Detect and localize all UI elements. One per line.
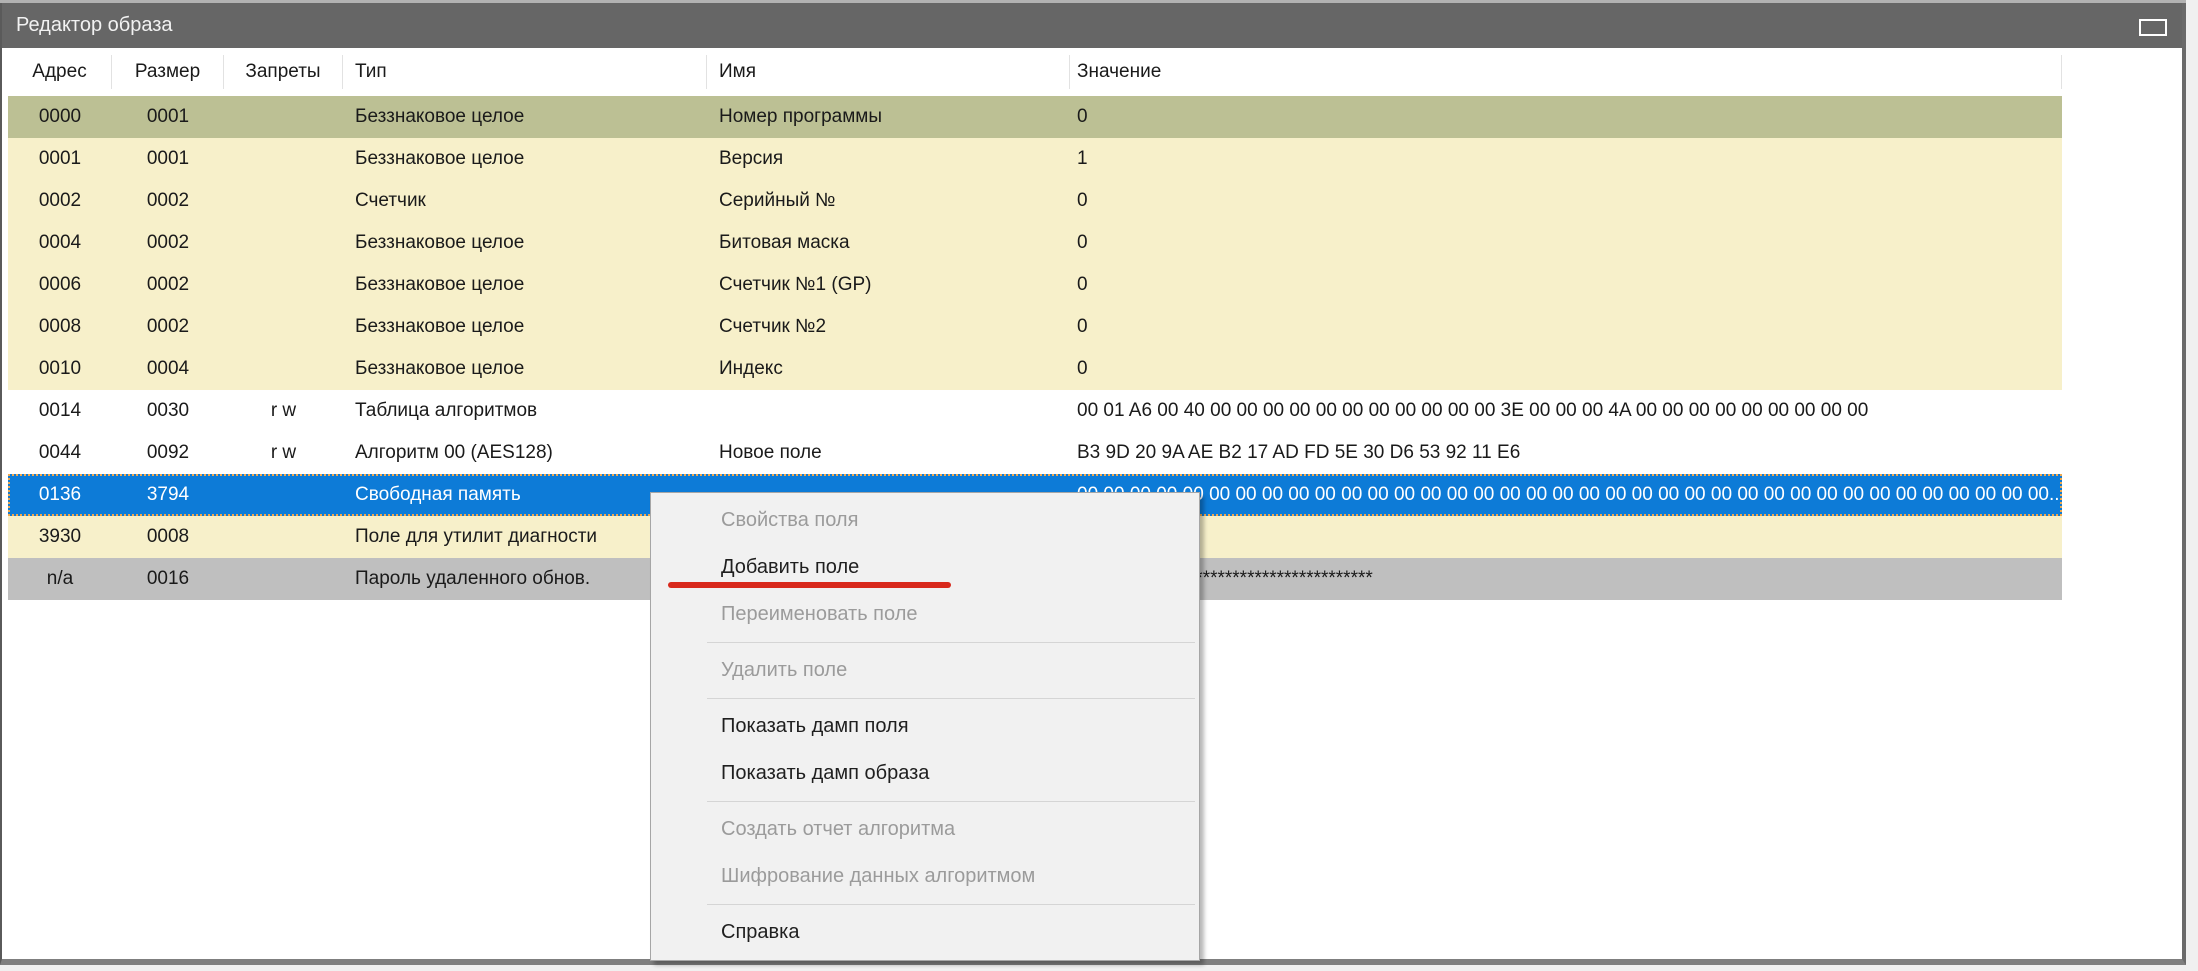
column-header-address[interactable]: Адрес [8, 55, 112, 89]
table-row[interactable]: 0004 0002 Беззнаковое целое Битовая маск… [8, 222, 2062, 264]
table-row[interactable]: 0001 0001 Беззнаковое целое Версия 1 [8, 138, 2062, 180]
table-row[interactable]: 0010 0004 Беззнаковое целое Индекс 0 [8, 348, 2062, 390]
cell-size: 0030 [112, 400, 224, 422]
table-row[interactable]: 0006 0002 Беззнаковое целое Счетчик №1 (… [8, 264, 2062, 306]
cell-type: Беззнаковое целое [343, 232, 707, 254]
cell-flags: r w [224, 442, 343, 464]
column-header-value[interactable]: Значение [1070, 55, 2062, 89]
cell-type: Беззнаковое целое [343, 358, 707, 380]
context-menu-item: Создать отчет алгоритма [651, 806, 1199, 853]
context-menu-item: Переименовать поле [651, 591, 1199, 638]
column-header-name[interactable]: Имя [707, 55, 1070, 89]
cell-value: 0 [1070, 316, 2062, 338]
titlebar[interactable]: Редактор образа [2, 3, 2182, 48]
context-menu-item: Свойства поля [651, 497, 1199, 544]
cell-address: n/a [8, 568, 112, 590]
cell-name: Серийный № [707, 190, 1070, 212]
column-header-size[interactable]: Размер [112, 55, 224, 89]
cell-address: 0136 [8, 484, 112, 506]
cell-name: Индекс [707, 358, 1070, 380]
cell-address: 0000 [8, 106, 112, 128]
cell-name: Номер программы [707, 106, 1070, 128]
screen: Редактор образа Адрес Размер Запреты Тип… [0, 0, 2198, 971]
window-title: Редактор образа [2, 14, 173, 37]
cell-type: Беззнаковое целое [343, 106, 707, 128]
context-menu-item[interactable]: Показать дамп поля [651, 703, 1199, 750]
context-menu-separator [707, 904, 1195, 905]
cell-size: 0002 [112, 274, 224, 296]
cell-value: 0 [1070, 190, 2062, 212]
cell-address: 0002 [8, 190, 112, 212]
context-menu: Свойства поляДобавить полеПереименовать … [650, 492, 1200, 961]
cell-address: 0001 [8, 148, 112, 170]
table-row[interactable]: 0008 0002 Беззнаковое целое Счетчик №2 0 [8, 306, 2062, 348]
context-menu-item: Шифрование данных алгоритмом [651, 853, 1199, 900]
table-row[interactable]: 0000 0001 Беззнаковое целое Номер програ… [8, 96, 2062, 138]
cell-address: 0010 [8, 358, 112, 380]
context-menu-separator [707, 698, 1195, 699]
table-header: Адрес Размер Запреты Тип Имя Значение [8, 48, 2062, 96]
context-menu-separator [707, 801, 1195, 802]
cell-value: 0 [1070, 106, 2062, 128]
cell-address: 0014 [8, 400, 112, 422]
cell-name: Счетчик №1 (GP) [707, 274, 1070, 296]
cell-name: Счетчик №2 [707, 316, 1070, 338]
cell-address: 0044 [8, 442, 112, 464]
cell-value: 0 [1070, 274, 2062, 296]
cell-size: 0002 [112, 316, 224, 338]
table-row[interactable]: 0002 0002 Счетчик Серийный № 0 [8, 180, 2062, 222]
cell-size: 0008 [112, 526, 224, 548]
cell-value: 1 [1070, 148, 2062, 170]
maximize-button[interactable] [2136, 16, 2170, 38]
cell-size: 0001 [112, 106, 224, 128]
cell-size: 3794 [112, 484, 224, 506]
cell-name: Битовая маска [707, 232, 1070, 254]
cell-size: 0004 [112, 358, 224, 380]
cell-name: Версия [707, 148, 1070, 170]
cell-size: 0002 [112, 232, 224, 254]
cell-type: Таблица алгоритмов [343, 400, 707, 422]
cell-value: 00 00 00 00 00 00 00 00 00 00 00 00 00 0… [1070, 484, 2062, 506]
context-menu-item[interactable]: Справка [651, 909, 1199, 956]
cell-size: 0016 [112, 568, 224, 590]
red-underline-annotation [668, 582, 951, 588]
cell-value: 0 [1070, 358, 2062, 380]
cell-value: 0 [1070, 232, 2062, 254]
cell-size: 0001 [112, 148, 224, 170]
cell-type: Беззнаковое целое [343, 274, 707, 296]
column-header-type[interactable]: Тип [343, 55, 707, 89]
cell-value: 00 01 A6 00 40 00 00 00 00 00 00 00 00 0… [1070, 400, 2062, 422]
maximize-icon [2139, 19, 2167, 36]
cell-type: Беззнаковое целое [343, 148, 707, 170]
cell-address: 0006 [8, 274, 112, 296]
cell-type: Беззнаковое целое [343, 316, 707, 338]
cell-address: 3930 [8, 526, 112, 548]
cell-address: 0008 [8, 316, 112, 338]
context-menu-item: Удалить поле [651, 647, 1199, 694]
cell-size: 0002 [112, 190, 224, 212]
cell-type: Счетчик [343, 190, 707, 212]
column-header-flags[interactable]: Запреты [224, 55, 343, 89]
context-menu-separator [707, 642, 1195, 643]
table-row[interactable]: 0014 0030 r w Таблица алгоритмов 00 01 A… [8, 390, 2062, 432]
cell-address: 0004 [8, 232, 112, 254]
cell-value: B3 9D 20 9A AE B2 17 AD FD 5E 30 D6 53 9… [1070, 442, 2062, 464]
table-row[interactable]: 0044 0092 r w Алгоритм 00 (AES128) Новое… [8, 432, 2062, 474]
cell-type: Алгоритм 00 (AES128) [343, 442, 707, 464]
cell-value: **************************************** [1070, 568, 2062, 590]
context-menu-item[interactable]: Показать дамп образа [651, 750, 1199, 797]
cell-size: 0092 [112, 442, 224, 464]
cell-flags: r w [224, 400, 343, 422]
cell-name: Новое поле [707, 442, 1070, 464]
